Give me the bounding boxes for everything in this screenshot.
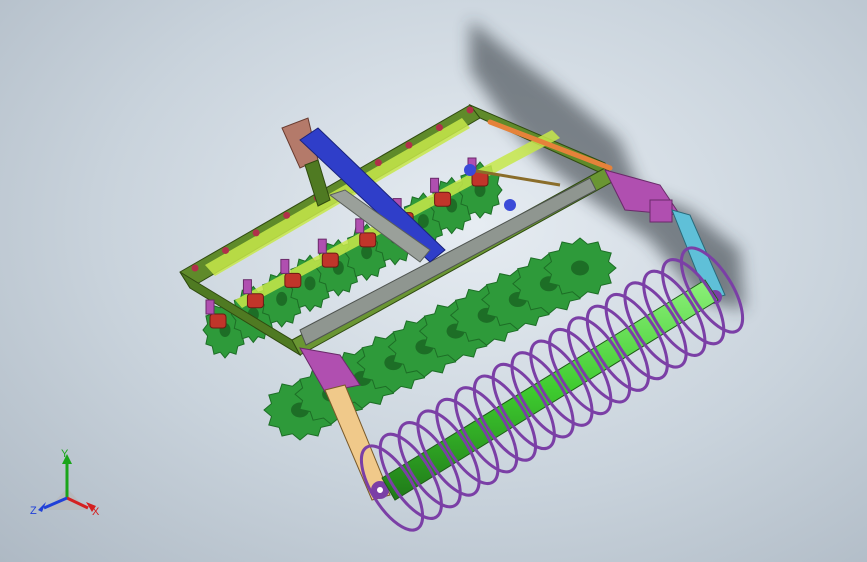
disc-harrow-3d-model[interactable] [0, 0, 867, 562]
frame-bolt [283, 211, 291, 219]
y-axis-label: Y [61, 448, 69, 460]
frame-bolt [466, 106, 474, 114]
frame-bolt [374, 159, 382, 167]
z-axis-label: Z [30, 505, 37, 517]
view-orientation-triad[interactable]: Y X Z [22, 448, 112, 528]
x-axis-label: X [92, 506, 100, 518]
frame-bolt [405, 141, 413, 149]
frame-bolt [222, 246, 230, 254]
frame-bolt [252, 229, 260, 237]
frame-bolt [435, 124, 443, 132]
frame-bolt [191, 264, 199, 272]
cad-viewport[interactable]: Y X Z [0, 0, 867, 562]
